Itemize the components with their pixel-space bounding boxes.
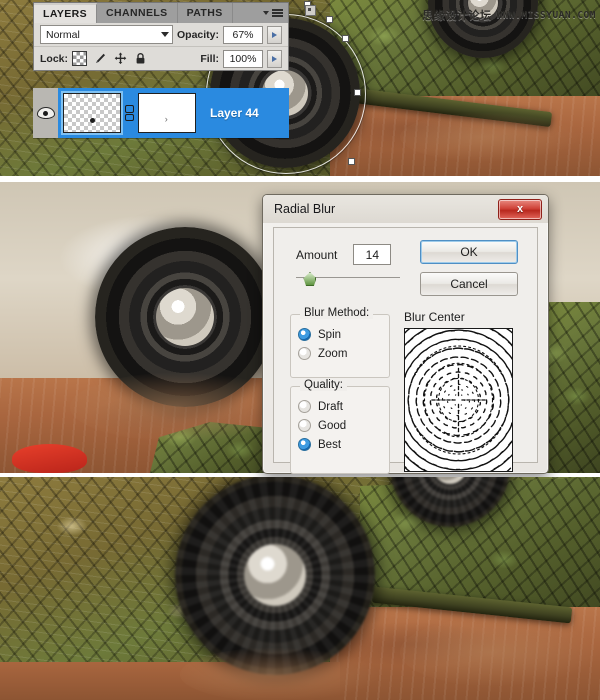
path-anchor-point[interactable] — [342, 35, 349, 42]
photo-scene-bottom — [0, 477, 600, 700]
dialog-content: Amount 14 OK Cancel Blur Method: Spin Zo… — [273, 227, 538, 474]
watermark: 思缘设计论坛 WWW.MISSYUAN.COM — [422, 7, 596, 23]
radial-blur-dialog[interactable]: Radial Blur x Amount 14 OK Cancel Blur M… — [262, 194, 549, 474]
tutorial-screenshot-stage: 思缘设计论坛 WWW.MISSYUAN.COM LAYERS CHANNELS … — [0, 0, 600, 700]
quality-title: Quality: — [300, 379, 347, 391]
wheel-hub — [244, 544, 306, 606]
blur-center-label: Blur Center — [404, 310, 465, 324]
lock-icon-group — [72, 51, 147, 66]
tab-paths[interactable]: PATHS — [177, 3, 233, 23]
radio-quality-best[interactable]: Best — [298, 438, 389, 451]
radio-icon-selected — [298, 328, 311, 341]
amount-input[interactable]: 14 — [353, 244, 392, 265]
fill-stepper[interactable] — [267, 49, 282, 68]
dust-cloud — [400, 112, 580, 162]
watermark-cn-text: 思缘设计论坛 — [422, 9, 492, 22]
radio-quality-draft[interactable]: Draft — [298, 400, 389, 413]
layers-panel: LAYERS CHANNELS PATHS Normal Opacity: 67… — [33, 2, 316, 71]
red-object — [12, 444, 87, 473]
close-icon[interactable]: x — [498, 198, 542, 220]
amount-row: Amount 14 — [296, 244, 392, 265]
fill-label: Fill: — [200, 52, 219, 65]
wheel-hub — [156, 288, 214, 346]
layer-mask-thumbnail[interactable]: › — [138, 93, 196, 133]
lock-image-pixels-icon[interactable] — [94, 52, 107, 65]
amount-label: Amount — [296, 247, 338, 262]
dust-cloud — [180, 647, 380, 700]
wheel-motion-blurred — [175, 477, 375, 675]
dialog-title: Radial Blur — [274, 202, 336, 216]
wheel-hub — [433, 477, 467, 484]
lock-fill-row: Lock: Fill: 100% — [34, 47, 288, 70]
blend-opacity-row: Normal Opacity: 67% — [34, 23, 288, 47]
tab-layers[interactable]: LAYERS — [34, 3, 98, 23]
path-anchor-point[interactable] — [326, 16, 333, 23]
layer-visibility-toggle[interactable] — [33, 88, 58, 138]
path-anchor-point[interactable] — [348, 158, 355, 165]
radio-icon — [298, 419, 311, 432]
panel-menu-icon[interactable] — [272, 9, 283, 17]
chevron-down-icon — [160, 32, 169, 37]
blur-center-preview[interactable] — [404, 328, 513, 472]
layer-thumbnail[interactable] — [61, 91, 123, 135]
opacity-label: Opacity: — [176, 28, 219, 41]
screenshot-panel-top: 思缘设计论坛 WWW.MISSYUAN.COM LAYERS CHANNELS … — [0, 0, 600, 176]
path-anchor-point[interactable] — [354, 89, 361, 96]
chevron-down-icon[interactable] — [263, 11, 269, 15]
radio-blur-method-spin[interactable]: Spin — [298, 328, 389, 341]
link-mask-icon[interactable] — [125, 105, 134, 121]
radio-label: Spin — [318, 328, 342, 341]
radio-icon — [298, 347, 311, 360]
tab-channels[interactable]: CHANNELS — [97, 3, 178, 23]
blur-center-pattern — [405, 329, 512, 471]
radio-label: Best — [318, 438, 342, 451]
watermark-en-text: WWW.MISSYUAN.COM — [496, 9, 596, 21]
blend-mode-select[interactable]: Normal — [40, 25, 173, 44]
layer-name-label: Layer 44 — [210, 106, 259, 120]
crocodile-skin-green-texture — [540, 302, 600, 473]
radio-label: Zoom — [318, 347, 348, 360]
amount-slider[interactable] — [296, 272, 400, 286]
blur-method-title: Blur Method: — [300, 307, 374, 319]
ok-button[interactable]: OK — [420, 240, 518, 264]
radio-label: Good — [318, 419, 347, 432]
layers-panel-tabs: LAYERS CHANNELS PATHS — [33, 2, 289, 23]
radio-blur-method-zoom[interactable]: Zoom — [298, 347, 389, 360]
radio-icon — [298, 400, 311, 413]
lock-all-icon[interactable] — [134, 52, 147, 65]
dust-cloud — [400, 617, 600, 687]
panel-close-icon[interactable] — [305, 5, 316, 16]
quality-group: Quality: Draft Good Best — [290, 379, 390, 474]
lock-label: Lock: — [40, 52, 69, 65]
layers-panel-body: Normal Opacity: 67% Lock: Fill: 100% — [33, 23, 289, 71]
radio-icon-selected — [298, 438, 311, 451]
tabs-filler — [232, 3, 288, 23]
blur-method-group: Blur Method: Spin Zoom — [290, 307, 390, 378]
layer-row-layer-44[interactable]: › Layer 44 — [33, 88, 289, 138]
slider-handle[interactable] — [303, 272, 317, 286]
lock-position-icon[interactable] — [114, 52, 127, 65]
radio-label: Draft — [318, 400, 343, 413]
blend-mode-value: Normal — [46, 28, 80, 41]
cancel-button[interactable]: Cancel — [420, 272, 518, 296]
fill-input[interactable]: 100% — [223, 49, 263, 68]
opacity-input[interactable]: 67% — [223, 25, 263, 44]
lock-transparent-pixels-icon[interactable] — [72, 51, 88, 66]
eye-icon — [36, 107, 55, 119]
radio-quality-good[interactable]: Good — [298, 419, 389, 432]
dialog-title-bar[interactable]: Radial Blur x — [263, 195, 548, 223]
screenshot-panel-bottom — [0, 477, 600, 700]
opacity-stepper[interactable] — [267, 25, 282, 44]
